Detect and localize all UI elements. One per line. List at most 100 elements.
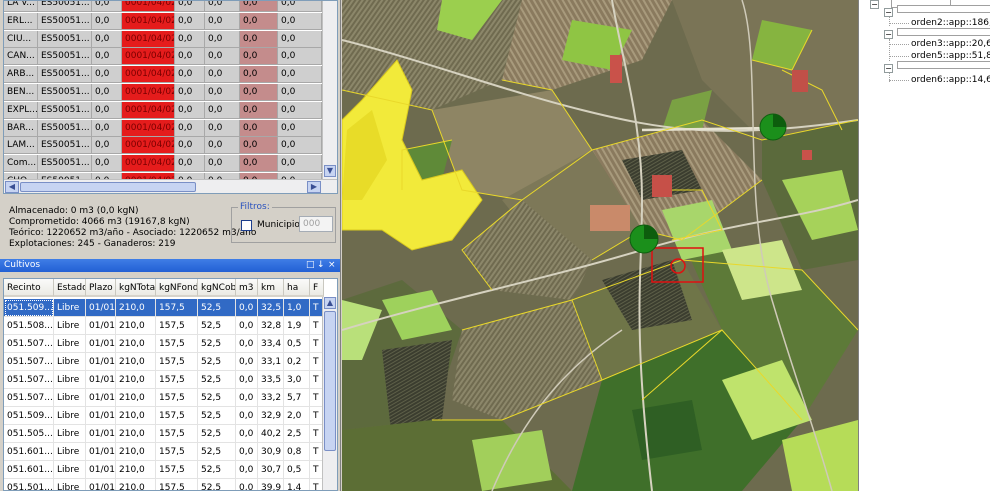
column-header[interactable]: Plazo	[86, 279, 116, 297]
table-row[interactable]: BEN... ES50051... 0,0 0001/04/02 0,0 0,0 0,0 0,…	[4, 84, 324, 102]
collapse-icon[interactable]: −	[884, 8, 893, 17]
layer-tree: − − orden2::app::186,1m − orden3::app::2…	[858, 0, 990, 491]
table-cell: 30,7	[258, 461, 284, 479]
table-cell: LAM...	[4, 137, 38, 155]
table-cell: 210,0	[116, 335, 156, 353]
scroll-left-icon[interactable]: ◀	[5, 181, 19, 193]
scroll-right-icon[interactable]: ▶	[307, 181, 321, 193]
collapse-icon[interactable]: −	[884, 64, 893, 73]
collapse-icon[interactable]: −	[884, 30, 893, 39]
close-icon[interactable]: ×	[328, 259, 336, 272]
table-cell: 1,9	[284, 317, 310, 335]
restore-icon[interactable]: □	[306, 259, 315, 272]
cultivos-window: Cultivos □ ↓ × Recinto Estado Plazo kgNTota…	[0, 259, 340, 491]
table-cell: 0,0	[205, 155, 240, 173]
column-header[interactable]: km	[258, 279, 284, 297]
table-row[interactable]: BAR... ES50051... 0,0 0001/04/02 0,0 0,0 0,0 0,…	[4, 119, 324, 138]
tree-node-orden6[interactable]: orden6::app::14,6m	[911, 74, 990, 86]
cultivos-vertical-scrollbar[interactable]: ▲	[322, 297, 337, 490]
table-cell: 0001/04/02	[122, 155, 175, 173]
table-cell: CIU...	[4, 30, 38, 48]
tree-node-orden3[interactable]: orden3::app::20,6m	[911, 38, 990, 50]
column-header[interactable]: kgNCobe	[198, 279, 236, 297]
table-cell: 1,0	[284, 299, 310, 317]
table-cell: 0,0	[175, 155, 205, 173]
table-cell: 0,0	[92, 30, 122, 48]
map-view[interactable]	[342, 0, 858, 491]
vertical-scrollbar[interactable]: ▼	[322, 1, 337, 179]
column-header[interactable]: ha	[284, 279, 310, 297]
table-cell: 0,0	[205, 48, 240, 66]
table-cell: 33,1	[258, 353, 284, 371]
table-row[interactable]: LA V... ES50051... 0,0 0001/04/02 0,0 0,0 0,0 0…	[4, 1, 324, 13]
table-cell: 01/01	[86, 479, 116, 490]
table-cell: 01/01	[86, 389, 116, 407]
table-cell: 5,7	[284, 389, 310, 407]
column-header[interactable]: Recinto	[4, 279, 54, 297]
satellite-map[interactable]	[342, 0, 858, 491]
scroll-down-icon[interactable]: ▼	[324, 165, 336, 177]
table-row[interactable]: EXPL... ES50051... 0,0 0001/04/02 0,0 0,0 0,0 0…	[4, 101, 324, 120]
table-row[interactable]: LAM... ES50051... 0,0 0001/04/02 0,0 0,0 0,0 0,…	[4, 137, 324, 155]
column-header[interactable]: Estado	[54, 279, 86, 297]
table-cell: 157,5	[156, 461, 198, 479]
cultivos-title-bar[interactable]: Cultivos □ ↓ ×	[0, 259, 340, 272]
table-row[interactable]: Com... ES50051... 0,0 0001/04/02 0,0 0,0 0,0 0,…	[4, 155, 324, 173]
table-row[interactable]: 051.505... Libre 01/01 210,0 157,5 52,5 0,0 40,…	[4, 425, 324, 443]
table-cell: 0,2	[284, 353, 310, 371]
table-row[interactable]: 051.509... Libre 01/01 210,0 157,5 52,5 0,0 32,…	[4, 407, 324, 425]
table-cell: 0,0	[236, 443, 258, 461]
table-row[interactable]: CIU... ES50051... 0,0 0001/04/02 0,0 0,0 0,0 0,…	[4, 30, 324, 49]
table-row[interactable]: ARB... ES50051... 0,0 0001/04/02 0,0 0,0 0,0 0,…	[4, 66, 324, 84]
table-row[interactable]: 051.601... Libre 01/01 210,0 157,5 52,5 0,0 30,…	[4, 461, 324, 479]
table-row[interactable]: 051.508... Libre 01/01 210,0 157,5 52,5 0,0 32,…	[4, 317, 324, 335]
table-cell: Libre	[54, 353, 86, 371]
table-cell: 0001/04/02	[122, 119, 175, 137]
table-cell: 051.508...	[4, 317, 54, 335]
municipio-checkbox[interactable]	[241, 220, 252, 231]
column-header[interactable]: kgNTotal	[116, 279, 156, 297]
table-cell: ARB...	[4, 66, 38, 84]
column-header[interactable]: m3	[236, 279, 258, 297]
scroll-thumb[interactable]	[20, 182, 196, 192]
table-cell: 157,5	[156, 299, 198, 317]
explotaciones-grid[interactable]: LA V... ES50051... 0,0 0001/04/02 0,0 0,0 0,0 0…	[3, 0, 338, 194]
column-header[interactable]: kgNFondo	[156, 279, 198, 297]
table-cell: 0001/04/02	[122, 137, 175, 155]
table-row[interactable]: 051.507... Libre 01/01 210,0 157,5 52,5 0,0 33,…	[4, 335, 324, 353]
table-cell: 33,2	[258, 389, 284, 407]
table-row[interactable]: CAN... ES50051... 0,0 0001/04/02 0,0 0,0 0,0 0,…	[4, 48, 324, 66]
table-cell: 01/01	[86, 443, 116, 461]
table-cell: ES50051...	[38, 48, 92, 66]
table-cell: 157,5	[156, 407, 198, 425]
cultivos-grid[interactable]: RecintoEstadoPlazokgNTotalkgNFondokgNCob…	[3, 278, 338, 491]
scroll-up-icon[interactable]: ▲	[324, 297, 336, 309]
table-cell: 0,0	[175, 119, 205, 137]
collapse-icon[interactable]: −	[870, 0, 879, 9]
table-cell: 0,0	[92, 66, 122, 84]
column-header[interactable]: F	[310, 279, 324, 297]
municipio-input[interactable]: 000	[299, 216, 333, 232]
table-cell: CAN...	[4, 48, 38, 66]
table-cell: 210,0	[116, 443, 156, 461]
scroll-thumb[interactable]	[324, 311, 336, 451]
table-cell: 0001/04/02	[122, 30, 175, 48]
table-cell: 157,5	[156, 425, 198, 443]
table-cell: 157,5	[156, 335, 198, 353]
table-cell: 01/01	[86, 353, 116, 371]
pin-icon[interactable]: ↓	[317, 259, 325, 272]
table-cell: ERL...	[4, 12, 38, 30]
table-row[interactable]: 051.509... Libre 01/01 210,0 157,5 52,5 0,0 32,…	[4, 299, 324, 317]
table-row[interactable]: 051.501... Libre 01/01 210,0 157,5 52,5 0,0 39,…	[4, 479, 324, 490]
table-cell: 30,9	[258, 443, 284, 461]
table-row[interactable]: 051.507... Libre 01/01 210,0 157,5 52,5 0,0 33,…	[4, 371, 324, 389]
table-cell: ES50051...	[38, 155, 92, 173]
table-cell: 210,0	[116, 425, 156, 443]
table-cell: 0,0	[92, 155, 122, 173]
horizontal-scrollbar[interactable]: ◀ ▶	[4, 179, 337, 193]
cultivos-title: Cultivos	[4, 260, 41, 270]
table-row[interactable]: 051.507... Libre 01/01 210,0 157,5 52,5 0,0 33,…	[4, 389, 324, 407]
table-row[interactable]: ERL... ES50051... 0,0 0001/04/02 0,0 0,0 0,0 0,…	[4, 12, 324, 31]
table-row[interactable]: 051.601... Libre 01/01 210,0 157,5 52,5 0,0 30,…	[4, 443, 324, 461]
table-row[interactable]: 051.507... Libre 01/01 210,0 157,5 52,5 0,0 33,…	[4, 353, 324, 371]
